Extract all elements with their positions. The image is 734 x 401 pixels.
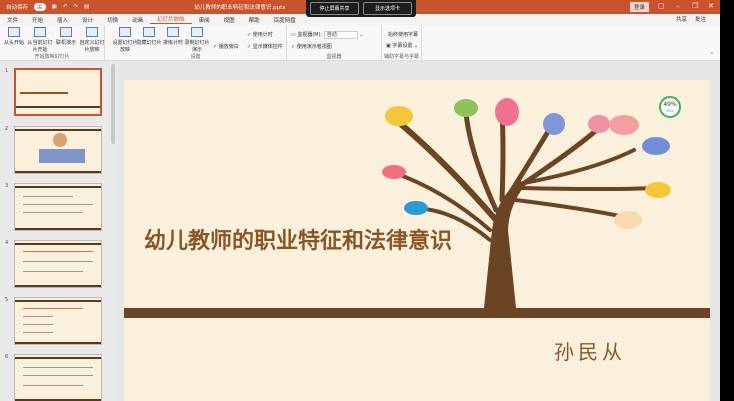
share-area: 共享 批注 — [676, 15, 706, 23]
slide-thumbnail-6[interactable] — [14, 354, 102, 401]
save-icon[interactable]: ▣ — [52, 4, 57, 10]
label: 自定义幻灯片放映 — [79, 40, 105, 53]
from-current-button[interactable]: 从当前幻灯片开始 — [26, 27, 54, 53]
group-label: 开始放映幻灯片 — [34, 54, 70, 60]
group-label: 设置 — [190, 54, 201, 60]
slide-thumbnail-5[interactable] — [14, 297, 102, 345]
tab-design[interactable]: 设计 — [75, 16, 100, 24]
brown-band — [124, 308, 710, 318]
minimize-button[interactable]: – — [676, 2, 680, 10]
label: 从当前幻灯片开始 — [27, 40, 53, 53]
slide-number: 1 — [5, 68, 9, 74]
custom-show-button[interactable]: 自定义幻灯片放映 — [78, 27, 106, 53]
ribbon: 从头开始 从当前幻灯片开始 联机演示 自定义幻灯片放映 开始放映幻灯片 设置幻灯… — [0, 25, 720, 61]
ribbon-display-icon[interactable]: ▢ — [658, 2, 665, 10]
monitor-value: 自动 — [323, 31, 358, 39]
thumbnails-scrollbar[interactable] — [111, 64, 115, 144]
label: 使用计时 — [252, 32, 273, 38]
caption-settings-button[interactable]: ▣ 字幕设置 ⌄ — [386, 42, 418, 49]
close-button[interactable]: ✕ — [708, 2, 714, 10]
tab-insert[interactable]: 插入 — [50, 16, 75, 24]
label: 监视器(M): — [297, 32, 323, 38]
present-online-button[interactable]: 联机演示 — [52, 27, 80, 46]
tab-baidu[interactable]: 百度网盘 — [267, 16, 303, 24]
slide-thumbnails-pane: 1 2 3 4 5 6 — [0, 62, 118, 401]
globe-icon — [60, 27, 72, 37]
label: 联机演示 — [55, 40, 76, 46]
from-beginning-button[interactable]: 从头开始 — [0, 27, 28, 46]
undo-icon[interactable]: ↶ — [63, 4, 68, 10]
monitor-select[interactable]: ▭ 监视器(M): 自动 ⌄ — [291, 31, 364, 39]
tab-home[interactable]: 开始 — [25, 16, 50, 24]
setup-group: 设置幻灯片放映 隐藏幻灯片 排练计时 录制幻灯片演示 ✓ 播放旁白 ✓ 使用计时… — [105, 25, 287, 61]
powerpoint-window: 自动保存 关 ▣ ↶ ↷ ▤ 幼儿教师的职业特征和法律意识.pptx 登录 ▢ … — [0, 0, 720, 401]
stop-share-button[interactable]: 停止屏幕共享 — [310, 2, 359, 15]
label: 排练计时 — [162, 40, 183, 46]
tab-help[interactable]: 帮助 — [242, 16, 267, 24]
slide-title[interactable]: 幼儿教师的职业特征和法律意识 — [144, 223, 452, 255]
slide-number: 4 — [5, 240, 9, 246]
label: 录制幻灯片演示 — [184, 40, 210, 53]
screen-share-bar: 停止屏幕共享 显示选项卡 — [306, 0, 416, 17]
group-label: 监视器 — [326, 54, 342, 60]
play-icon — [34, 27, 46, 37]
collapse-ribbon-icon[interactable]: ⌃ — [710, 52, 714, 58]
label: 从头开始 — [3, 40, 24, 46]
record-button[interactable]: 录制幻灯片演示 — [183, 27, 211, 53]
network-speed-badge: 49% 0K/s — [659, 96, 681, 118]
slide-number: 5 — [5, 297, 9, 303]
tab-file[interactable]: 文件 — [0, 16, 25, 24]
label: 显示媒体控件 — [252, 44, 283, 50]
tab-transitions[interactable]: 切换 — [100, 16, 125, 24]
hide-slide-icon — [143, 27, 155, 37]
label: 设置幻灯片放映 — [112, 40, 138, 53]
slide-thumbnail-4[interactable] — [14, 240, 102, 288]
slide-author[interactable]: 孙民从 — [554, 336, 626, 365]
slide-canvas: 幼儿教师的职业特征和法律意识 孙民从 49% 0K/s — [124, 80, 710, 401]
redo-icon[interactable]: ↷ — [73, 4, 78, 10]
label: 字幕设置 — [392, 43, 413, 49]
maximize-button[interactable]: ❐ — [692, 2, 698, 10]
monitor-group: ▭ 监视器(M): 自动 ⌄ ✓ 使用演示者视图 监视器 — [287, 25, 382, 61]
present-icon[interactable]: ▤ — [84, 4, 89, 10]
document-title: 幼儿教师的职业特征和法律意识.pptx — [194, 5, 286, 11]
speed: 0K/s — [666, 109, 674, 113]
use-timings-checkbox[interactable]: ✓ 使用计时 — [247, 31, 273, 38]
show-tabs-button[interactable]: 显示选项卡 — [363, 2, 412, 15]
slide-thumbnail-3[interactable] — [14, 183, 102, 231]
play-narration-checkbox[interactable]: ✓ 播放旁白 — [213, 43, 239, 50]
captions-group: 始终使用字幕 ▣ 字幕设置 ⌄ 辅助字幕与字幕 — [382, 25, 422, 61]
record-icon — [191, 27, 203, 37]
tab-view[interactable]: 视图 — [217, 16, 242, 24]
comment-button[interactable]: 批注 — [695, 15, 706, 23]
slide-number: 2 — [5, 126, 9, 132]
group-label: 辅助字幕与字幕 — [383, 54, 419, 60]
media-controls-checkbox[interactable]: ✓ 显示媒体控件 — [247, 43, 283, 50]
always-captions-checkbox[interactable]: 始终使用字幕 — [388, 31, 418, 38]
label: 播放旁白 — [218, 44, 239, 50]
timer-icon — [167, 27, 179, 37]
percent: 49% — [663, 101, 677, 108]
slide-number: 3 — [5, 183, 9, 189]
tab-review[interactable]: 审阅 — [192, 16, 217, 24]
start-slideshow-group: 从头开始 从当前幻灯片开始 联机演示 自定义幻灯片放映 开始放映幻灯片 — [0, 25, 105, 61]
slide-thumbnail-2[interactable] — [14, 126, 102, 174]
presenter-view-checkbox[interactable]: ✓ 使用演示者视图 — [291, 43, 332, 50]
slide-thumbnail-1[interactable] — [14, 68, 102, 116]
label: 使用演示者视图 — [296, 44, 332, 50]
setup-icon — [119, 27, 131, 37]
tab-animations[interactable]: 动画 — [125, 16, 150, 24]
label: 隐藏幻灯片 — [136, 40, 162, 46]
custom-show-icon — [86, 27, 98, 37]
tab-slideshow[interactable]: 幻灯片放映 — [150, 15, 192, 24]
share-button[interactable]: 共享 — [676, 15, 687, 23]
autosave-toggle[interactable]: 关 — [34, 3, 46, 11]
play-icon — [8, 27, 20, 37]
slide-number: 6 — [5, 354, 9, 360]
autosave-label: 自动保存 — [6, 5, 29, 11]
login-button[interactable]: 登录 — [630, 2, 650, 12]
